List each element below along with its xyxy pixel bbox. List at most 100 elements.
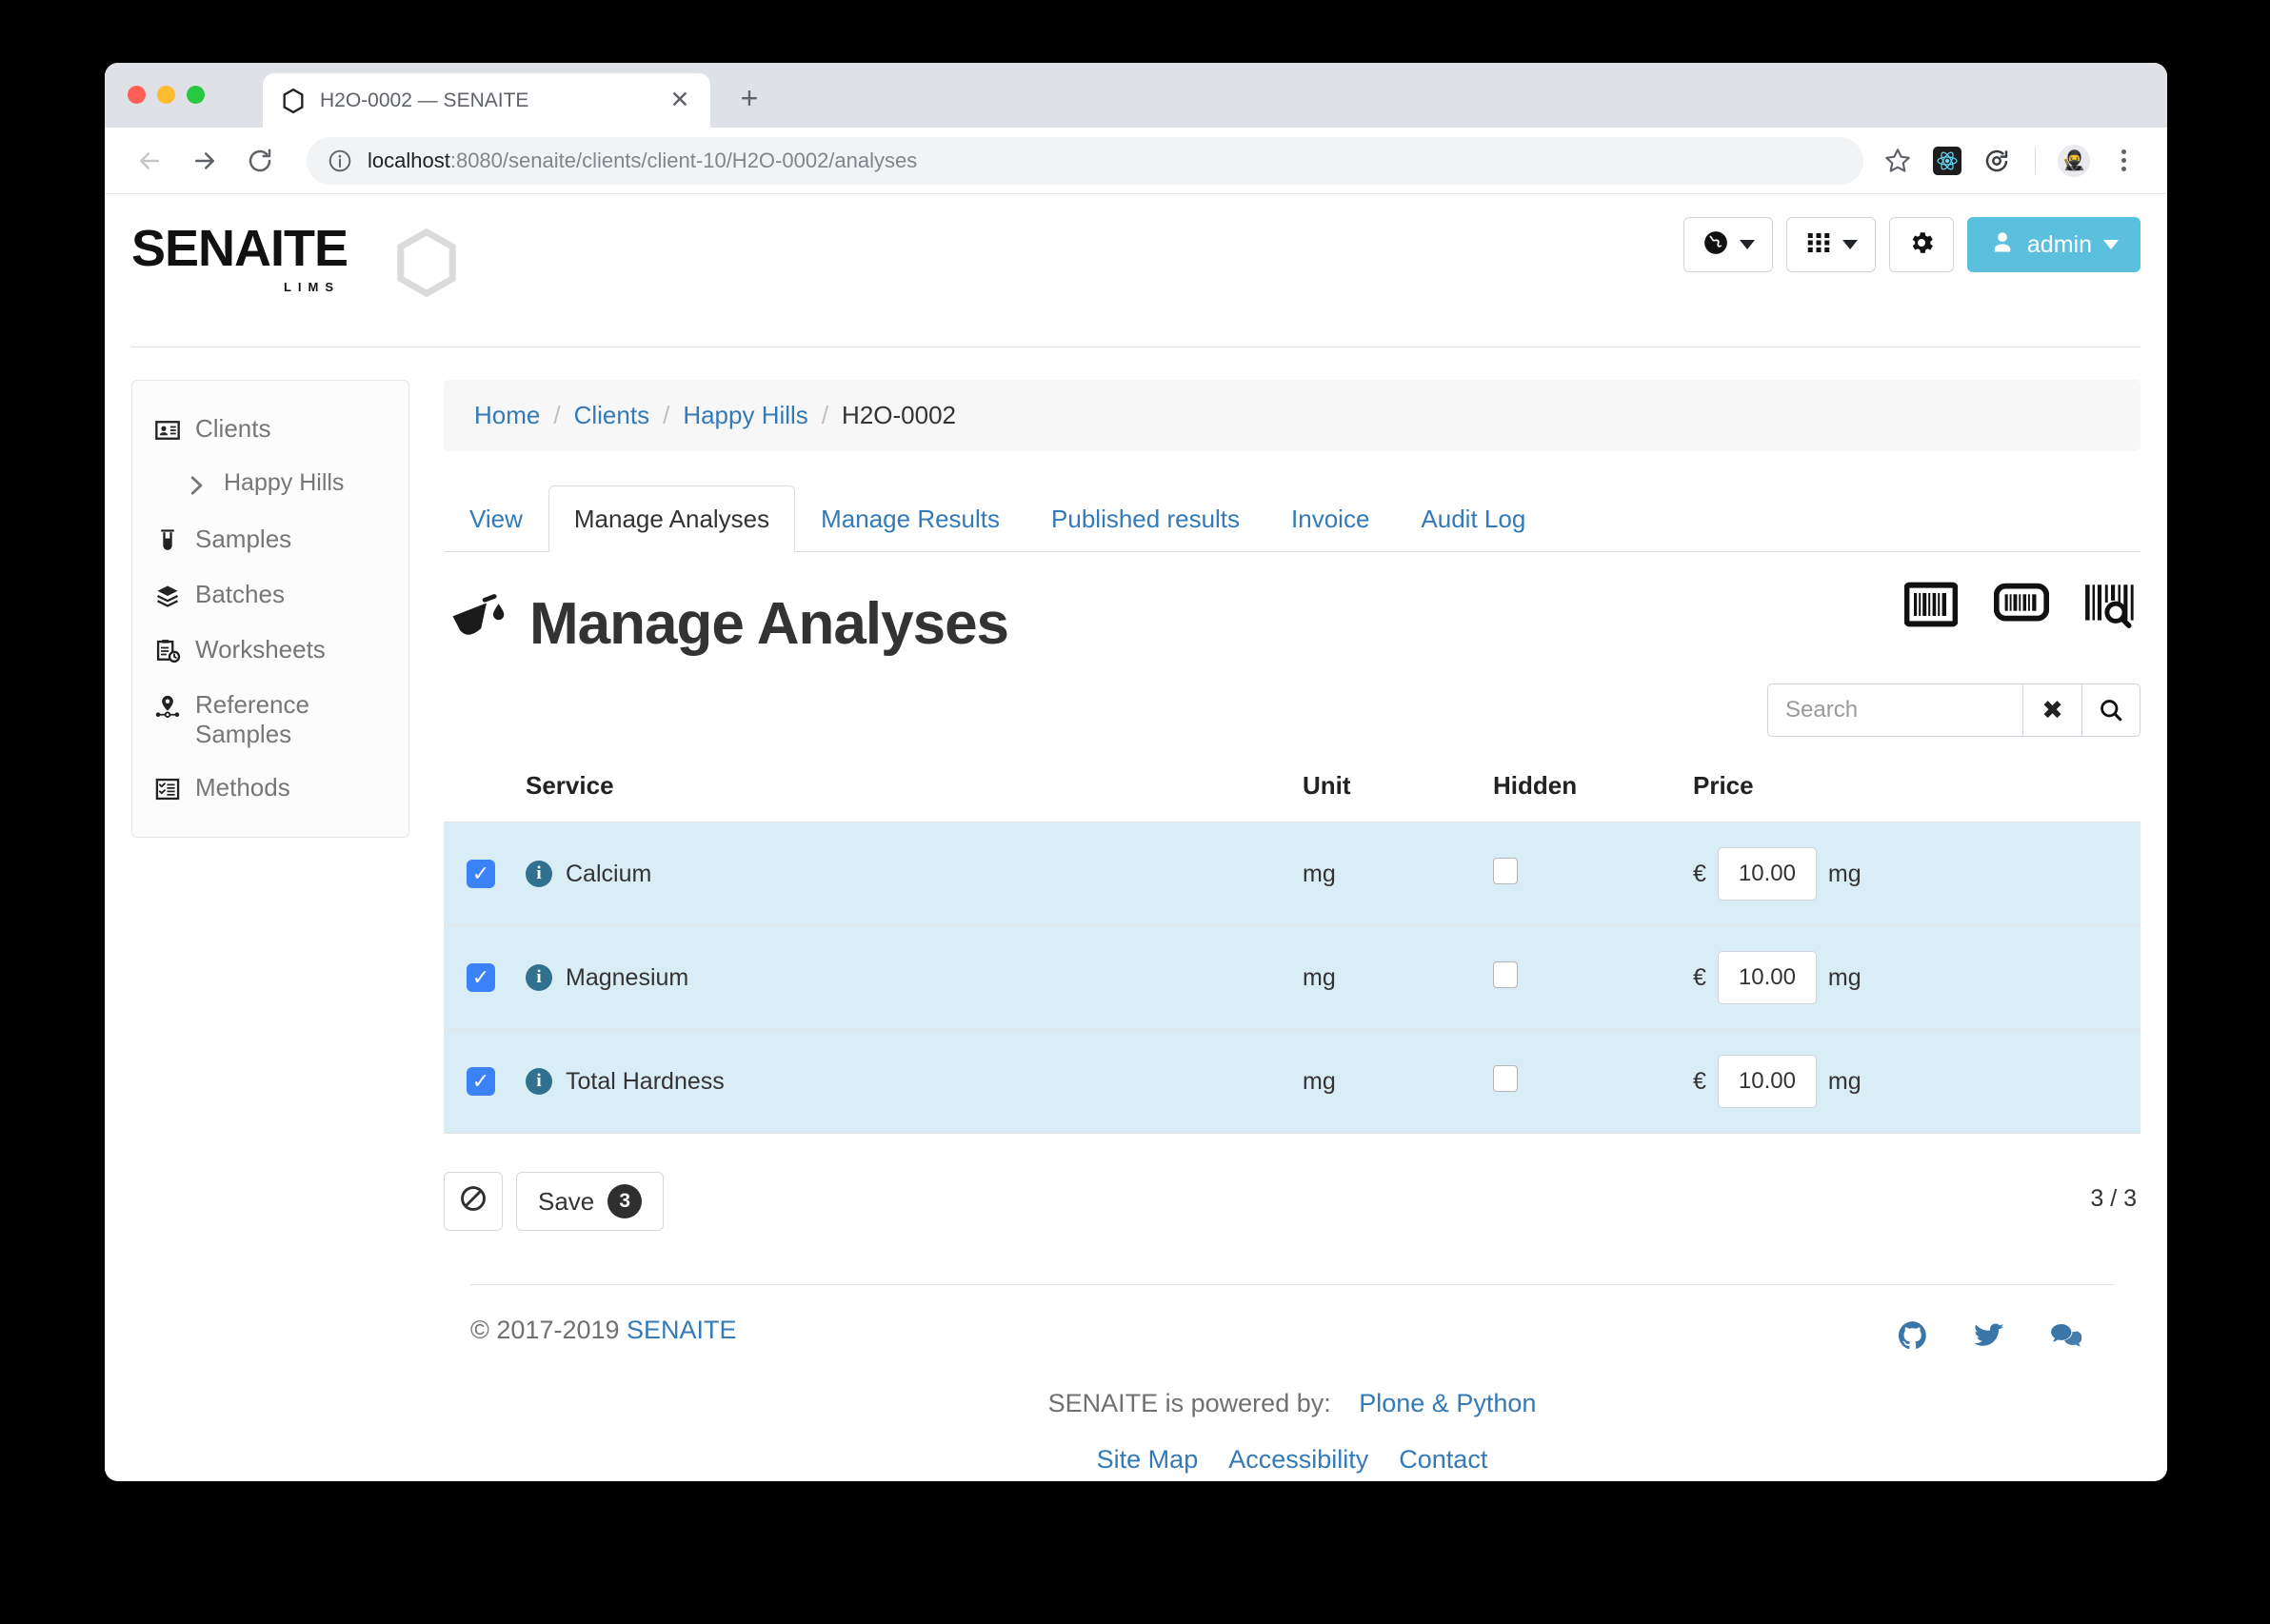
row-hidden-cell[interactable]: [1493, 822, 1693, 926]
search-input[interactable]: [1767, 683, 2022, 737]
barcode-square-icon[interactable]: [1903, 581, 1959, 628]
row-service-cell: i Total Hardness: [526, 1029, 1303, 1134]
grid-icon: [1804, 228, 1833, 262]
page-tabs: View Manage Analyses Manage Results Publ…: [444, 485, 2141, 552]
close-window-button[interactable]: [128, 86, 146, 104]
barcode-rounded-icon[interactable]: [1993, 581, 2050, 628]
chrome-menu-icon[interactable]: [2102, 140, 2144, 182]
tab-audit-log[interactable]: Audit Log: [1395, 485, 1551, 552]
price-input[interactable]: [1717, 1055, 1817, 1108]
close-icon[interactable]: ✕: [667, 88, 693, 114]
breadcrumb-item-happy-hills[interactable]: Happy Hills: [683, 401, 808, 430]
clear-search-button[interactable]: ✖: [2022, 683, 2081, 737]
maximize-window-button[interactable]: [187, 86, 205, 104]
reload-button[interactable]: [238, 139, 282, 183]
sidebar-item-methods[interactable]: Methods: [132, 761, 408, 816]
breadcrumb-separator: /: [821, 401, 829, 429]
github-icon[interactable]: [1897, 1319, 1929, 1352]
senaite-logo[interactable]: SENAITE LIMS: [131, 223, 456, 298]
sidebar-item-label: Methods: [195, 773, 290, 802]
comments-icon[interactable]: [2049, 1319, 2082, 1352]
row-hidden-cell[interactable]: [1493, 925, 1693, 1030]
column-select: [444, 762, 526, 822]
sidebar-item-clients[interactable]: Clients: [132, 402, 408, 457]
forward-button[interactable]: [183, 139, 227, 183]
minimize-window-button[interactable]: [157, 86, 175, 104]
tab-view[interactable]: View: [444, 485, 548, 552]
sidebar-item-happy-hills[interactable]: Happy Hills: [132, 457, 408, 512]
currency-symbol: €: [1693, 1067, 1706, 1095]
chevron-down-icon: [1842, 240, 1858, 249]
copyright-link[interactable]: SENAITE: [627, 1316, 737, 1344]
new-tab-button[interactable]: +: [731, 80, 767, 116]
sidebar-item-label: Batches: [195, 580, 285, 608]
user-menu-button[interactable]: admin: [1966, 217, 2141, 272]
tab-invoice[interactable]: Invoice: [1265, 485, 1395, 552]
user-icon: [1989, 228, 2016, 262]
price-unit: mg: [1827, 1067, 1862, 1095]
footer-link-site-map[interactable]: Site Map: [1097, 1445, 1199, 1475]
sidebar-item-samples[interactable]: Samples: [132, 512, 408, 567]
result-count: 3 / 3: [2090, 1185, 2137, 1212]
row-select-cell[interactable]: ✓: [444, 1029, 526, 1134]
browser-toolbar-icons: 🥷: [1877, 140, 2144, 182]
sidebar-item-reference-samples[interactable]: Reference Samples: [132, 678, 408, 761]
row-select-cell[interactable]: ✓: [444, 822, 526, 926]
table-actions: Save 3 3 / 3: [444, 1172, 2141, 1231]
tab-manage-analyses[interactable]: Manage Analyses: [548, 485, 796, 552]
row-checkbox[interactable]: ✓: [467, 1067, 495, 1096]
info-icon[interactable]: i: [526, 964, 552, 991]
twitter-icon[interactable]: [1973, 1319, 2005, 1352]
row-service-cell: i Magnesium: [526, 925, 1303, 1030]
info-icon[interactable]: i: [526, 1068, 552, 1095]
footer-link-contact[interactable]: Contact: [1399, 1445, 1487, 1475]
page-title-row: Manage Analyses: [444, 581, 2141, 666]
site-header: SENAITE LIMS admin: [105, 194, 2167, 347]
price-input[interactable]: [1717, 951, 1817, 1004]
powered-by-link[interactable]: Plone & Python: [1359, 1389, 1536, 1417]
browser-tab[interactable]: H2O-0002 — SENAITE ✕: [263, 73, 710, 128]
table-row[interactable]: ✓ i Total Hardness mg € 10.00 mg: [444, 1029, 2141, 1134]
breadcrumb-item-clients[interactable]: Clients: [574, 401, 649, 430]
table-row[interactable]: ✓ i Calcium mg € 10.00 mg: [444, 822, 2141, 926]
price-unit: mg: [1827, 860, 1862, 887]
clear-selection-button[interactable]: [444, 1172, 503, 1231]
hidden-checkbox[interactable]: [1493, 857, 1518, 884]
copyright-text: © 2017-2019: [470, 1316, 620, 1344]
breadcrumb-item-home[interactable]: Home: [474, 401, 540, 430]
search-submit-button[interactable]: [2081, 683, 2141, 737]
table-body: ✓ i Calcium mg € 10.00 mg ✓ i Magnesium …: [444, 822, 2141, 1134]
sidebar-item-batches[interactable]: Batches: [132, 567, 408, 623]
hidden-checkbox[interactable]: [1493, 961, 1518, 988]
row-unit-cell: mg: [1303, 925, 1493, 1030]
tab-manage-results[interactable]: Manage Results: [795, 485, 1025, 552]
info-icon[interactable]: i: [526, 861, 552, 887]
sync-extension-icon[interactable]: [1976, 140, 2018, 182]
row-checkbox[interactable]: ✓: [467, 963, 495, 992]
omnibox[interactable]: localhost:8080/senaite/clients/client-10…: [307, 136, 1863, 185]
profile-avatar-icon[interactable]: 🥷: [2053, 140, 2095, 182]
tab-published-results[interactable]: Published results: [1025, 485, 1265, 552]
back-button[interactable]: [128, 139, 171, 183]
row-select-cell[interactable]: ✓: [444, 925, 526, 1030]
table-row[interactable]: ✓ i Magnesium mg € 10.00 mg: [444, 925, 2141, 1030]
currency-symbol: €: [1693, 860, 1706, 887]
footer-link-accessibility[interactable]: Accessibility: [1228, 1445, 1368, 1475]
hidden-checkbox[interactable]: [1493, 1064, 1518, 1092]
search-group: ✖: [1767, 683, 2141, 737]
settings-button[interactable]: [1888, 217, 1954, 272]
react-devtools-icon[interactable]: [1926, 140, 1968, 182]
info-circle-icon[interactable]: [328, 149, 352, 173]
price-input[interactable]: [1717, 847, 1817, 901]
bookmark-star-icon[interactable]: [1877, 140, 1919, 182]
apps-grid-button[interactable]: [1785, 217, 1876, 272]
sidebar-item-worksheets[interactable]: Worksheets: [132, 623, 408, 678]
row-hidden-cell[interactable]: [1493, 1029, 1693, 1134]
row-unit-cell: mg: [1303, 1029, 1493, 1134]
save-button[interactable]: Save 3: [516, 1172, 665, 1231]
language-selector-button[interactable]: [1683, 217, 1773, 272]
map-pin-icon: [153, 692, 182, 721]
barcode-search-icon[interactable]: [2083, 581, 2137, 628]
save-count-badge: 3: [607, 1184, 643, 1218]
row-checkbox[interactable]: ✓: [467, 860, 495, 888]
